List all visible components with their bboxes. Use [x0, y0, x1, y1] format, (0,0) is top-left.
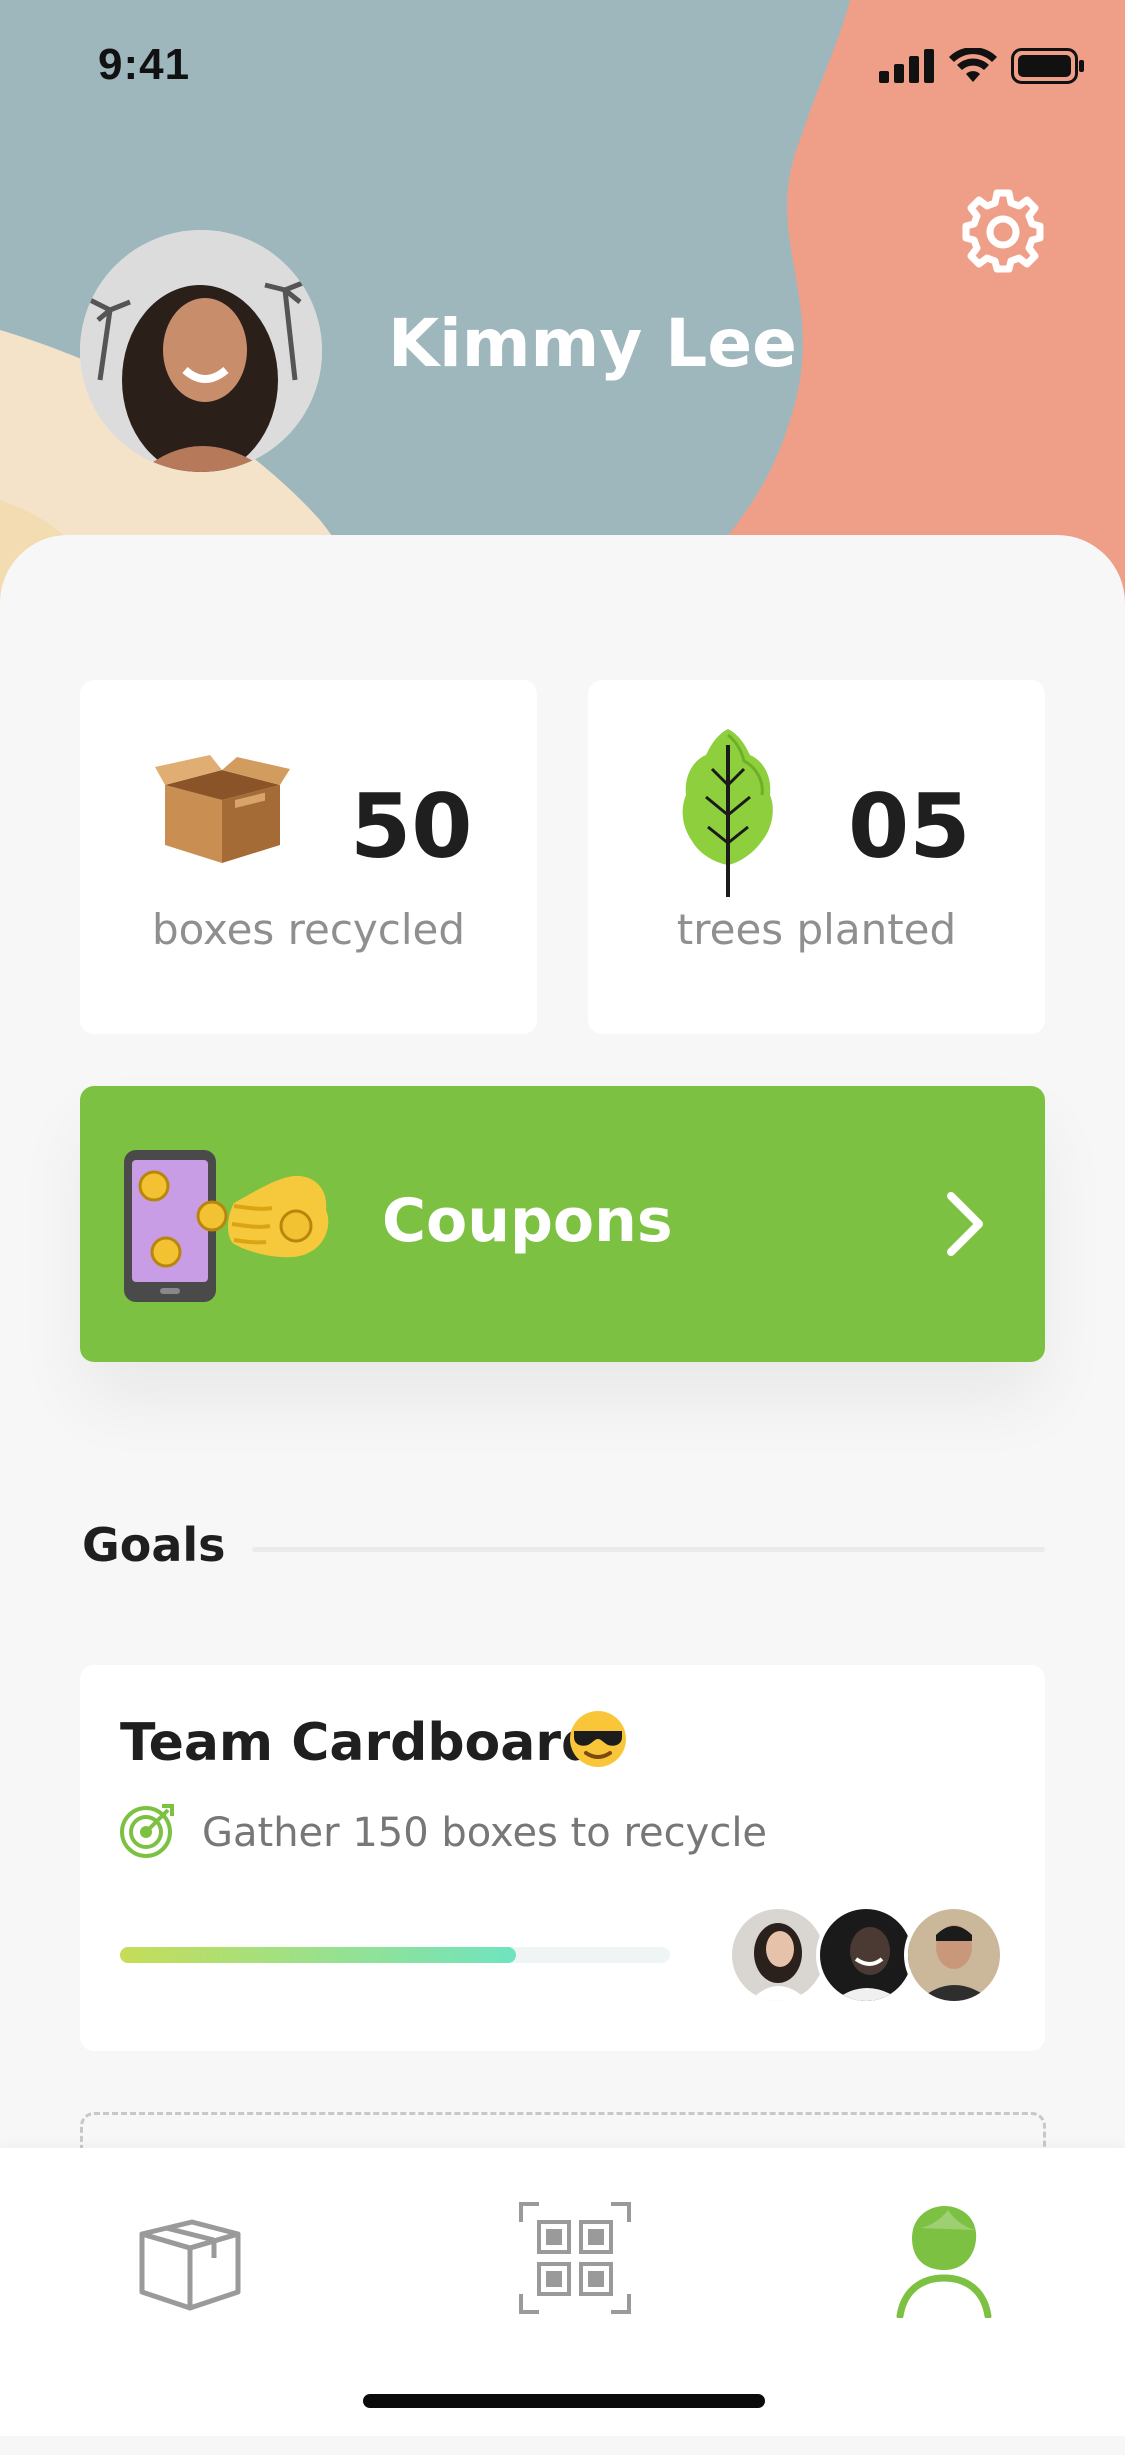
member-avatar[interactable] — [904, 1905, 1004, 2005]
tab-scan[interactable] — [515, 2198, 635, 2318]
coupons-button[interactable]: Coupons — [80, 1086, 1045, 1362]
chevron-right-icon — [947, 1192, 983, 1256]
goal-progress-fill — [120, 1947, 516, 1963]
stat-card-boxes: 50 boxes recycled — [80, 680, 537, 1034]
tab-profile[interactable] — [882, 2198, 1002, 2320]
profile-name: Kimmy Lee — [388, 305, 797, 382]
home-indicator — [363, 2394, 765, 2408]
cardboard-box-icon — [155, 755, 290, 863]
stat-value: 05 — [848, 775, 971, 878]
gear-icon — [962, 189, 1044, 273]
tree-icon — [682, 729, 773, 897]
phone-coins-icon — [124, 1150, 329, 1302]
stat-label: trees planted — [676, 905, 957, 954]
box-icon — [139, 2219, 241, 2311]
profile-avatar[interactable] — [80, 230, 322, 472]
qr-scan-icon — [519, 2202, 631, 2314]
member-avatar[interactable] — [728, 1905, 828, 2005]
goal-title: Team Cardboard — [120, 1713, 599, 1773]
goal-progress-bar — [120, 1947, 670, 1963]
coupons-label: Coupons — [382, 1186, 673, 1256]
section-divider — [252, 1547, 1045, 1552]
stat-card-trees: 05 trees planted — [588, 680, 1045, 1034]
goals-section-title: Goals — [82, 1518, 226, 1572]
battery-icon — [1011, 48, 1084, 84]
tab-bar — [0, 2148, 1125, 2436]
stat-value: 50 — [350, 775, 473, 878]
status-time: 9:41 — [98, 40, 191, 89]
target-icon — [120, 1804, 174, 1858]
profile-icon — [896, 2206, 992, 2320]
member-avatar[interactable] — [816, 1905, 916, 2005]
tab-boxes[interactable] — [130, 2198, 250, 2318]
goal-description: Gather 150 boxes to recycle — [202, 1810, 768, 1856]
status-bar: 9:41 — [0, 0, 1125, 140]
goal-card[interactable]: Team Cardboard Gather 150 boxes to recyc… — [80, 1665, 1045, 2051]
wifi-icon — [949, 48, 997, 82]
stat-label: boxes recycled — [151, 905, 466, 954]
sunglasses-emoji-icon — [570, 1711, 626, 1767]
settings-button[interactable] — [960, 187, 1046, 273]
status-icons — [879, 48, 1085, 84]
cellular-signal-icon — [879, 49, 934, 83]
